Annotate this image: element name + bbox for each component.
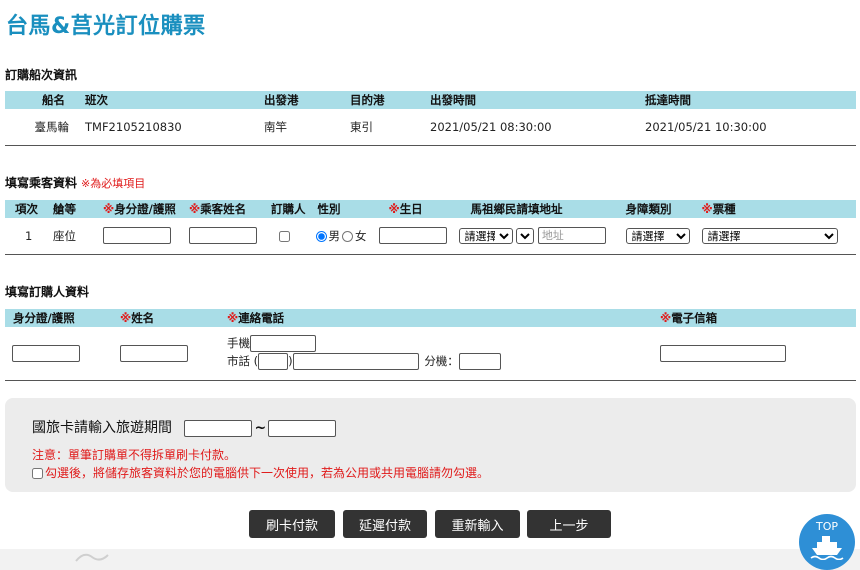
voyage-table-row: 臺馬輪 TMF2105210830 南竿 東引 2021/05/21 08:30… xyxy=(5,109,856,146)
passenger-table-header: 項次 艙等 ※身分證/護照 ※乘客姓名 訂購人 性別 ※生日 馬祖鄉民請填地址 … xyxy=(5,200,856,218)
passenger-id-input[interactable] xyxy=(103,227,171,245)
address-input[interactable] xyxy=(537,227,606,245)
payment-notice: 注意：單筆訂購單不得拆單刷卡付款。 xyxy=(32,448,237,462)
col-orderer-name: ※姓名 xyxy=(113,309,220,327)
gender-male-radio[interactable] xyxy=(315,230,327,242)
page-title: 台馬&莒光訂位購票 xyxy=(6,14,206,39)
travel-card-panel: 國旅卡請輸入旅遊期間 ~ 注意：單筆訂購單不得拆單刷卡付款。 勾選後，將儲存旅客… xyxy=(5,398,856,492)
passenger-section-title: 填寫乘客資料 ※為必填項目 xyxy=(5,174,145,191)
travel-card-label: 國旅卡請輸入旅遊期間 xyxy=(32,420,172,436)
address-township-select[interactable]: 請選擇 xyxy=(458,227,513,244)
passenger-name-input[interactable] xyxy=(189,227,257,245)
gender-female-radio[interactable] xyxy=(342,230,353,242)
ship-icon xyxy=(810,536,844,560)
col-arrive-port: 目的港 xyxy=(344,91,424,109)
ticket-type-select[interactable]: 請選擇 xyxy=(701,227,838,244)
col-depart-time: 出發時間 xyxy=(424,91,639,109)
extension-input[interactable] xyxy=(458,353,501,371)
footer-wave-icon xyxy=(75,553,109,562)
back-to-top-button[interactable]: TOP xyxy=(799,514,855,570)
orderer-table-header: 身分證/護照 ※姓名 ※連絡電話 ※電子信箱 xyxy=(5,309,856,327)
extension-label: 分機： xyxy=(424,354,459,369)
travel-end-input[interactable] xyxy=(268,419,337,437)
paren-close: ) xyxy=(288,354,293,369)
mobile-label: 手機 xyxy=(227,336,250,351)
col-ship: 船名 xyxy=(5,91,79,109)
orderer-id-input[interactable] xyxy=(12,344,80,362)
passenger-section-label: 填寫乘客資料 xyxy=(5,176,78,190)
passenger-table: 項次 艙等 ※身分證/護照 ※乘客姓名 訂購人 性別 ※生日 馬祖鄉民請填地址 … xyxy=(5,200,856,255)
orderer-table: 身分證/護照 ※姓名 ※連絡電話 ※電子信箱 手機 市話 () 分機： xyxy=(5,309,856,381)
orderer-row: 手機 市話 () 分機： xyxy=(5,327,856,381)
mobile-input[interactable] xyxy=(250,335,316,353)
ship-name: 臺馬輪 xyxy=(5,109,79,146)
travel-card-row: 國旅卡請輸入旅遊期間 ~ xyxy=(32,417,337,437)
col-orderer-phone: ※連絡電話 xyxy=(220,309,652,327)
birthday-input[interactable] xyxy=(378,227,447,245)
col-address: 馬祖鄉民請填地址 xyxy=(452,200,620,218)
col-orderer: 訂購人 xyxy=(265,200,312,218)
area-code-input[interactable] xyxy=(258,353,289,371)
depart-port: 南竿 xyxy=(258,109,344,146)
gender-female-label: 女 xyxy=(355,228,367,243)
col-orderer-email: ※電子信箱 xyxy=(652,309,856,327)
required-note: ※為必填項目 xyxy=(81,177,146,190)
voyage-table-header: 船名 班次 出發港 目的港 出發時間 抵達時間 xyxy=(5,91,856,109)
arrive-time: 2021/05/21 10:30:00 xyxy=(639,109,856,146)
col-cabin: 艙等 xyxy=(47,200,97,218)
orderer-section-title: 填寫訂購人資料 xyxy=(5,285,90,299)
travel-start-input[interactable] xyxy=(184,419,253,437)
travel-separator: ~ xyxy=(254,420,267,436)
voyage-section-title: 訂購船次資訊 xyxy=(5,68,78,82)
col-depart-port: 出發港 xyxy=(258,91,344,109)
orderer-checkbox[interactable] xyxy=(279,230,290,242)
col-trip-no: 班次 xyxy=(79,91,258,109)
trip-no: TMF2105210830 xyxy=(79,109,258,146)
disability-select[interactable]: 請選擇 xyxy=(625,227,690,244)
col-gender: 性別 xyxy=(311,200,373,218)
col-arrive-time: 抵達時間 xyxy=(639,91,856,109)
col-passenger-name: ※乘客姓名 xyxy=(183,200,265,218)
top-label: TOP xyxy=(815,520,838,533)
save-data-label: 勾選後，將儲存旅客資料於您的電腦供下一次使用，若為公用或共用電腦請勿勾選。 xyxy=(45,466,490,480)
email-input[interactable] xyxy=(660,344,786,362)
landline-label: 市話 xyxy=(227,354,250,369)
col-ticket-type: ※票種 xyxy=(695,200,856,218)
save-data-checkbox[interactable] xyxy=(32,468,43,479)
col-disability: 身障類別 xyxy=(619,200,696,218)
col-birthday: ※生日 xyxy=(372,200,453,218)
col-passenger-id: ※身分證/護照 xyxy=(97,200,183,218)
orderer-name-input[interactable] xyxy=(120,344,188,362)
pay-card-button[interactable]: 刷卡付款 xyxy=(249,510,335,538)
reset-button[interactable]: 重新輸入 xyxy=(435,510,520,538)
depart-time: 2021/05/21 08:30:00 xyxy=(424,109,639,146)
gender-male-label: 男 xyxy=(328,228,341,243)
back-button[interactable]: 上一步 xyxy=(527,510,611,538)
save-data-row: 勾選後，將儲存旅客資料於您的電腦供下一次使用，若為公用或共用電腦請勿勾選。 xyxy=(30,464,489,481)
footer-strip xyxy=(0,549,860,570)
pay-later-button[interactable]: 延遲付款 xyxy=(343,510,427,538)
voyage-table: 船名 班次 出發港 目的港 出發時間 抵達時間 臺馬輪 TMF210521083… xyxy=(5,91,856,146)
col-item: 項次 xyxy=(5,200,47,218)
landline-input[interactable] xyxy=(292,353,419,371)
passenger-row: 1 座位 男女 請選擇 請選擇 請選擇 xyxy=(5,218,856,255)
arrive-port: 東引 xyxy=(344,109,424,146)
passenger-cabin: 座位 xyxy=(47,218,97,255)
col-orderer-id: 身分證/護照 xyxy=(5,309,113,327)
address-village-select[interactable] xyxy=(516,227,535,244)
passenger-item-no: 1 xyxy=(5,218,47,255)
